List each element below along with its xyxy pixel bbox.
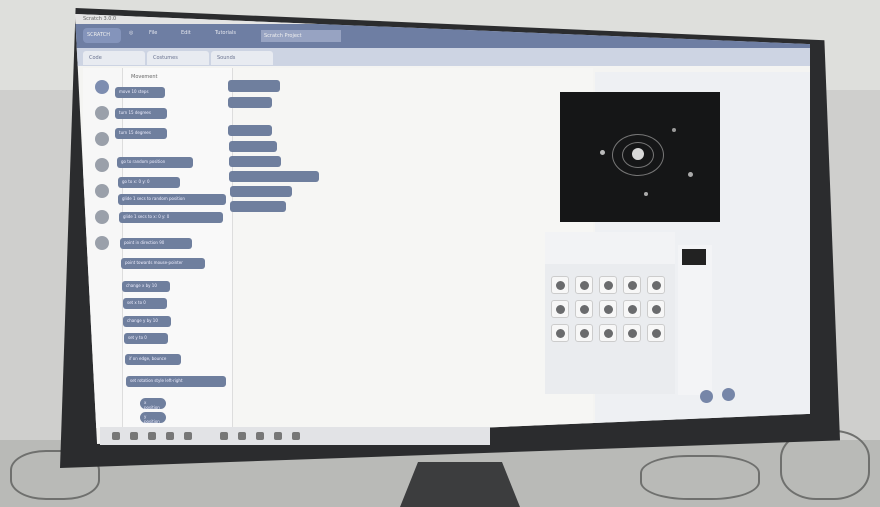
- sprite-thumbnail[interactable]: [575, 300, 593, 318]
- add-sprite-button[interactable]: [700, 390, 713, 403]
- cable: [640, 455, 760, 500]
- sprite-thumbnail[interactable]: [575, 324, 593, 342]
- sprite-icon: [580, 281, 589, 290]
- script-block[interactable]: [229, 141, 277, 152]
- category-motion[interactable]: [95, 80, 109, 94]
- taskbar-app-icon[interactable]: [184, 432, 192, 440]
- sprite-thumbnail[interactable]: [599, 276, 617, 294]
- search-icon[interactable]: [130, 432, 138, 440]
- sprite-icon: [556, 305, 565, 314]
- monitor-stand: [400, 462, 520, 507]
- sprite-icon: [604, 281, 613, 290]
- taskbar-app-icon[interactable]: [274, 432, 282, 440]
- sprite-thumbnail[interactable]: [623, 276, 641, 294]
- sprite-thumbnail[interactable]: [599, 324, 617, 342]
- planet-sprite[interactable]: [644, 192, 648, 196]
- sprite-list: [545, 264, 675, 394]
- category-looks[interactable]: [95, 106, 109, 120]
- sprite-icon: [580, 305, 589, 314]
- taskbar-app-icon[interactable]: [238, 432, 246, 440]
- script-block[interactable]: [230, 201, 286, 212]
- stage-canvas[interactable]: [560, 92, 720, 222]
- sprite-thumbnail[interactable]: [599, 300, 617, 318]
- script-block[interactable]: [229, 156, 281, 167]
- sprite-thumbnail[interactable]: [551, 276, 569, 294]
- sprite-icon: [556, 329, 565, 338]
- sprite-thumbnail[interactable]: [551, 324, 569, 342]
- planet-sprite[interactable]: [688, 172, 693, 177]
- stage-selector[interactable]: [678, 245, 712, 395]
- stage-thumbnail[interactable]: [682, 249, 706, 265]
- tab-sounds[interactable]: Sounds: [211, 51, 273, 65]
- sprite-icon: [652, 281, 661, 290]
- sprite-thumbnail[interactable]: [647, 300, 665, 318]
- block-point-towards[interactable]: point towards mouse-pointer: [121, 258, 205, 269]
- sprite-thumbnail[interactable]: [575, 276, 593, 294]
- block-y-position[interactable]: y position: [140, 412, 166, 424]
- add-backdrop-button[interactable]: [722, 388, 735, 401]
- sun-sprite[interactable]: [632, 148, 644, 160]
- taskbar-app-icon[interactable]: [148, 432, 156, 440]
- block-move[interactable]: move 10 steps: [115, 87, 165, 98]
- sprite-thumbnail[interactable]: [623, 324, 641, 342]
- windows-start-icon[interactable]: [112, 432, 120, 440]
- sprite-icon: [628, 305, 637, 314]
- block-set-y[interactable]: set y to 0: [124, 333, 168, 344]
- block-turn-left[interactable]: turn 15 degrees: [115, 128, 167, 139]
- code-area[interactable]: [233, 68, 593, 428]
- taskbar-app-icon[interactable]: [292, 432, 300, 440]
- sprite-icon: [556, 281, 565, 290]
- sprite-icon: [604, 329, 613, 338]
- block-go-to-random[interactable]: go to random position: [117, 157, 193, 168]
- block-x-position[interactable]: x position: [140, 398, 166, 410]
- sprite-icon: [652, 305, 661, 314]
- category-operators[interactable]: [95, 236, 109, 250]
- block-glide-random[interactable]: glide 1 secs to random position: [118, 194, 226, 205]
- sprite-icon: [580, 329, 589, 338]
- scratch-logo[interactable]: SCRATCH: [83, 28, 121, 43]
- taskbar-app-icon[interactable]: [256, 432, 264, 440]
- sprite-thumbnail[interactable]: [647, 324, 665, 342]
- planet-sprite[interactable]: [600, 150, 605, 155]
- taskbar-app-icon[interactable]: [166, 432, 174, 440]
- category-control[interactable]: [95, 184, 109, 198]
- sprite-thumbnail[interactable]: [623, 300, 641, 318]
- sprite-icon: [628, 281, 637, 290]
- script-block[interactable]: [229, 171, 319, 182]
- sprite-icon: [628, 329, 637, 338]
- globe-icon[interactable]: ◎: [129, 30, 133, 36]
- planet-sprite[interactable]: [672, 128, 676, 132]
- menu-tutorials[interactable]: Tutorials: [215, 30, 236, 36]
- sprite-thumbnail[interactable]: [551, 300, 569, 318]
- project-title-input[interactable]: Scratch Project: [261, 30, 341, 42]
- sprite-info-panel: [545, 232, 675, 264]
- block-bounce[interactable]: if on edge, bounce: [125, 354, 181, 365]
- palette-heading: Movement: [131, 74, 158, 80]
- category-events[interactable]: [95, 158, 109, 172]
- sprite-icon: [652, 329, 661, 338]
- block-change-x[interactable]: change x by 10: [122, 281, 170, 292]
- block-set-x[interactable]: set x to 0: [123, 298, 167, 309]
- script-block[interactable]: [228, 80, 280, 92]
- block-rotation-style[interactable]: set rotation style left-right: [126, 376, 226, 387]
- taskbar-app-icon[interactable]: [220, 432, 228, 440]
- monitor-brand-logo: [428, 440, 484, 448]
- tab-costumes[interactable]: Costumes: [147, 51, 209, 65]
- script-block[interactable]: [228, 125, 272, 136]
- tab-code[interactable]: Code: [83, 51, 145, 65]
- block-go-to-xy[interactable]: go to x: 0 y: 0: [118, 177, 180, 188]
- category-sound[interactable]: [95, 132, 109, 146]
- menu-edit[interactable]: Edit: [181, 30, 191, 36]
- script-block[interactable]: [230, 186, 292, 197]
- sprite-icon: [604, 305, 613, 314]
- sprite-thumbnail[interactable]: [647, 276, 665, 294]
- script-block[interactable]: [228, 97, 272, 108]
- block-glide-xy[interactable]: glide 1 secs to x: 0 y: 0: [119, 212, 223, 223]
- block-change-y[interactable]: change y by 10: [123, 316, 171, 327]
- category-sensing[interactable]: [95, 210, 109, 224]
- menu-file[interactable]: File: [149, 30, 157, 36]
- block-turn-right[interactable]: turn 15 degrees: [115, 108, 167, 119]
- block-point-direction[interactable]: point in direction 90: [120, 238, 192, 249]
